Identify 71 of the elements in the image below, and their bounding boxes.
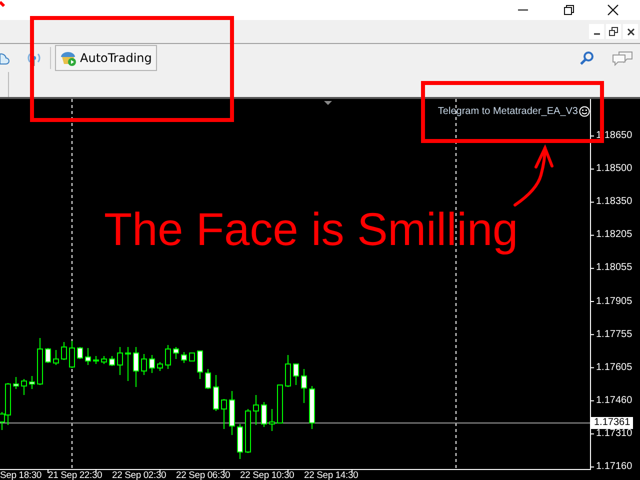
candle [157, 362, 163, 372]
close-button[interactable] [623, 24, 638, 39]
price-label: 1.18350 [596, 195, 632, 210]
chat-icon[interactable] [612, 50, 634, 66]
helmet-play-icon [59, 49, 77, 67]
candle [117, 346, 123, 376]
candle [205, 368, 211, 390]
annotation-mark [0, 0, 6, 8]
candle [77, 346, 83, 360]
candle [189, 352, 195, 362]
candle [133, 346, 139, 388]
restore-icon[interactable] [563, 4, 575, 16]
candle [53, 350, 59, 366]
candle [61, 342, 67, 360]
candle [109, 356, 115, 366]
candle [93, 356, 99, 364]
close-icon [626, 28, 634, 36]
time-label: 22 Sep 06:30 [176, 470, 230, 480]
close-icon[interactable] [607, 4, 619, 16]
candle [13, 376, 19, 390]
candle [269, 408, 275, 432]
time-label: Sep 18:30 [0, 470, 42, 480]
candle [221, 398, 227, 430]
candle [293, 364, 299, 386]
candle [29, 376, 35, 390]
candle [37, 338, 43, 386]
time-label: 22 Sep 14:30 [304, 470, 358, 480]
price-label: 1.17310 [596, 426, 632, 441]
autotrading-button[interactable]: AutoTrading [55, 45, 157, 71]
search-icon[interactable] [580, 51, 594, 65]
minimize-icon [594, 33, 600, 35]
candle [237, 424, 243, 460]
candle [69, 340, 75, 368]
candle [309, 386, 315, 430]
arrow [514, 144, 554, 206]
price-label: 1.18055 [596, 261, 632, 276]
candle [213, 374, 219, 412]
candle [285, 354, 291, 388]
candle [277, 384, 283, 424]
candle [45, 348, 51, 364]
candle [245, 408, 251, 454]
candle [149, 354, 155, 374]
restore-button[interactable] [606, 24, 621, 39]
price-label: 1.18205 [596, 228, 632, 242]
time-label: 22 Sep 10:30 [240, 470, 294, 480]
annotation-caption: The Face is Smilling [104, 202, 518, 256]
candle [101, 356, 107, 364]
current-price-label: 1.17361 [591, 417, 634, 429]
candle [125, 346, 131, 382]
price-label: 1.17905 [596, 294, 632, 308]
candle [85, 348, 91, 366]
time-label: 22 Sep 02:30 [112, 470, 166, 480]
candle [301, 368, 307, 404]
candle [197, 350, 203, 380]
time-label: 21 Sep 22:30 [48, 470, 102, 480]
price-label: 1.17605 [596, 360, 632, 375]
candle [173, 346, 179, 360]
candle [21, 378, 27, 396]
candle [141, 354, 147, 376]
price-label: 1.17160 [596, 460, 632, 474]
minimize-button[interactable] [589, 24, 604, 39]
candle [181, 352, 187, 364]
price-label: 1.18500 [596, 162, 632, 176]
price-label: 1.17460 [596, 394, 632, 408]
restore-icon [609, 27, 618, 36]
price-label: 1.17755 [596, 328, 632, 342]
candle [165, 344, 171, 370]
candle [229, 390, 235, 436]
indicator-label: Telegram to Metatrader_EA_V3 [438, 106, 578, 117]
candle [253, 394, 259, 426]
candle [261, 402, 267, 428]
